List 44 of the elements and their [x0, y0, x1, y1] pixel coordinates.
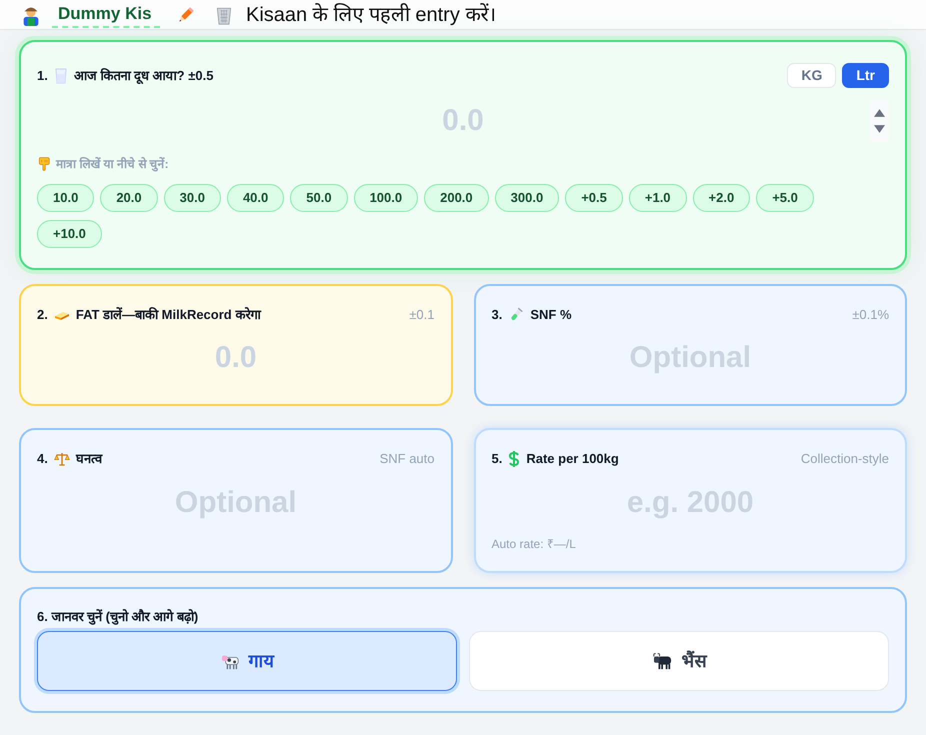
- farmer-name-field[interactable]: Dummy Kis: [52, 2, 160, 28]
- preset-chip[interactable]: +5.0: [756, 184, 814, 212]
- preset-chip[interactable]: +0.5: [565, 184, 623, 212]
- down-arrow-icon: [874, 125, 885, 133]
- hint-text: मात्रा लिखें या नीचे से चुनें:: [56, 156, 169, 173]
- preset-chip[interactable]: 50.0: [290, 184, 348, 212]
- field-note: SNF auto: [380, 451, 434, 467]
- field-number: 5.: [492, 451, 502, 467]
- preset-chip[interactable]: 10.0: [37, 184, 94, 212]
- field-number: 1.: [37, 66, 48, 85]
- animal-option[interactable]: गाय: [37, 631, 457, 691]
- animal-option[interactable]: भैंस: [469, 631, 889, 691]
- field-title: आज कितना दूध आया? ±0.5: [74, 66, 214, 86]
- field-note: ±0.1: [409, 307, 434, 323]
- preset-chip[interactable]: 40.0: [226, 184, 284, 212]
- status-message: Kisaan के लिए पहली entry करें।: [246, 2, 496, 28]
- field-title: SNF %: [530, 307, 572, 323]
- preset-chip[interactable]: 300.0: [494, 184, 560, 212]
- pointing-down-hand-icon: [37, 157, 51, 171]
- up-arrow-icon: [874, 109, 885, 117]
- glass-icon: [54, 68, 68, 84]
- field-note: ±0.1%: [852, 307, 889, 323]
- buffalo-icon: [652, 652, 674, 670]
- preset-chip[interactable]: +1.0: [628, 184, 687, 212]
- unit-toggle[interactable]: KG: [787, 63, 836, 88]
- field-number: 4.: [37, 451, 48, 467]
- field-title: घनत्व: [76, 451, 102, 467]
- preset-chip[interactable]: +2.0: [692, 184, 750, 212]
- field-note: Collection-style: [800, 451, 889, 467]
- auto-rate-text: Auto rate: ₹—/L: [492, 536, 576, 552]
- field-number: 2.: [37, 307, 48, 323]
- preset-chip[interactable]: 20.0: [100, 184, 158, 212]
- balance-scale-icon: [54, 451, 70, 467]
- preset-chip[interactable]: 100.0: [354, 184, 418, 212]
- field-number: 3.: [492, 307, 502, 323]
- unit-toggle[interactable]: Ltr: [842, 63, 889, 88]
- number-spinner[interactable]: [870, 100, 889, 142]
- preset-chip[interactable]: 200.0: [424, 184, 489, 212]
- preset-chip[interactable]: +10.0: [37, 220, 102, 248]
- dollar-sign-icon: [508, 451, 520, 467]
- field-title: FAT डालें—बाकी MilkRecord करेगा: [76, 307, 260, 323]
- field-title: Rate per 100kg: [526, 451, 619, 467]
- preset-chip[interactable]: 30.0: [164, 184, 221, 212]
- animal-title: 6. जानवर चुनें (चुनो और आगे बढ़ो): [37, 609, 198, 625]
